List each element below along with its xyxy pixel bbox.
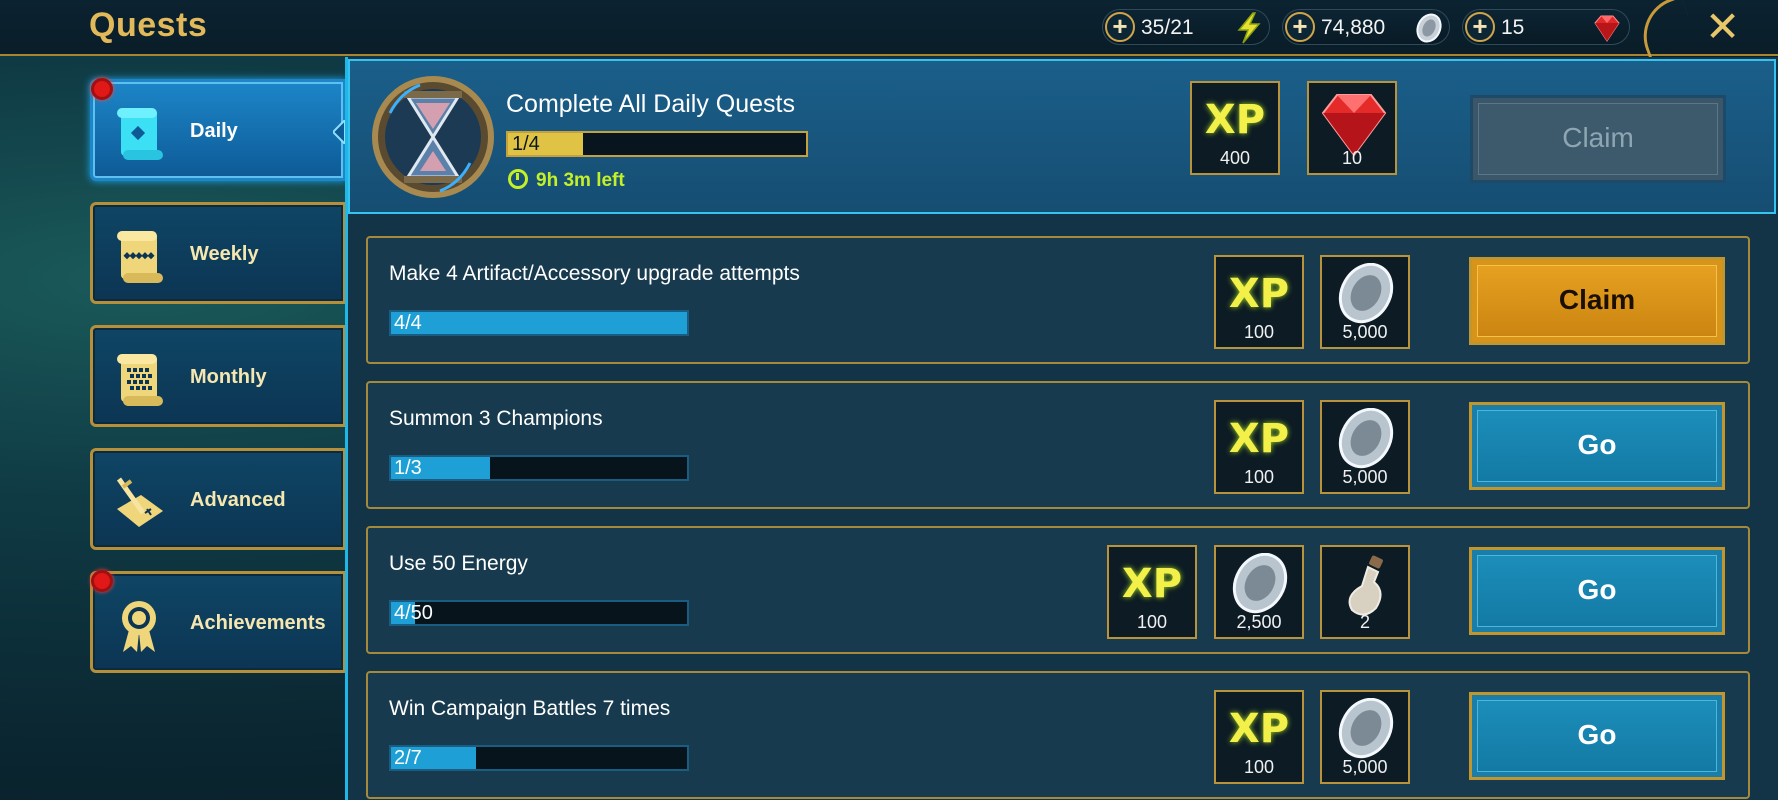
daily-summary-progress-bar: 1/4 bbox=[506, 131, 808, 157]
time-left-text: 9h 3m left bbox=[536, 170, 625, 191]
add-silver-button[interactable]: + bbox=[1285, 12, 1315, 42]
silver-coin-icon bbox=[1338, 698, 1394, 759]
go-button[interactable]: Go bbox=[1469, 547, 1725, 635]
corner-ornament bbox=[1632, 0, 1699, 63]
tab-achievements[interactable]: Achievements bbox=[90, 571, 346, 673]
xp-icon: XP bbox=[1228, 706, 1290, 752]
reward-amount: 5,000 bbox=[1342, 467, 1388, 487]
reward-potion: 2 bbox=[1320, 545, 1410, 639]
quest-row: Summon 3 Champions 1/3 XP 100 5,000 Go bbox=[366, 381, 1750, 509]
xp-icon: XP bbox=[1228, 271, 1290, 317]
quest-progress-bar: 2/7 bbox=[389, 745, 689, 771]
quest-title: Win Campaign Battles 7 times bbox=[389, 697, 671, 720]
reward-amount: 2,500 bbox=[1236, 612, 1282, 632]
progress-text: 1/3 bbox=[394, 457, 422, 479]
gem-resource[interactable]: + 15 bbox=[1462, 9, 1630, 45]
reward-amount: 100 bbox=[1136, 612, 1168, 632]
quest-title: Use 50 Energy bbox=[389, 552, 528, 575]
notification-dot bbox=[91, 570, 113, 592]
progress-fill bbox=[391, 312, 687, 334]
quest-title: Summon 3 Champions bbox=[389, 407, 603, 430]
tab-daily-label: Daily bbox=[190, 120, 238, 142]
time-left: 9h 3m left bbox=[508, 169, 625, 192]
scroll-icon bbox=[117, 354, 163, 406]
reward-amount: 100 bbox=[1243, 467, 1275, 487]
quest-progress-bar: 4/4 bbox=[389, 310, 689, 336]
go-button[interactable]: Go bbox=[1469, 692, 1725, 780]
progress-text: 4/50 bbox=[394, 602, 433, 624]
go-button[interactable]: Go bbox=[1469, 402, 1725, 490]
reward-silver: 5,000 bbox=[1320, 690, 1410, 784]
tab-achievements-label: Achievements bbox=[190, 612, 326, 634]
reward-amount: 100 bbox=[1243, 757, 1275, 777]
hourglass-icon bbox=[372, 76, 494, 198]
xp-icon: XP bbox=[1228, 416, 1290, 462]
energy-bolt-icon bbox=[1237, 12, 1261, 44]
tab-advanced[interactable]: Advanced bbox=[90, 448, 346, 550]
reward-xp: XP 100 bbox=[1214, 400, 1304, 494]
reward-amount: 5,000 bbox=[1342, 322, 1388, 342]
reward-amount: 5,000 bbox=[1342, 757, 1388, 777]
reward-xp: XP 100 bbox=[1107, 545, 1197, 639]
silver-coin-icon bbox=[1338, 263, 1394, 324]
close-icon[interactable]: ✕ bbox=[1705, 4, 1740, 50]
reward-silver: 2,500 bbox=[1214, 545, 1304, 639]
add-energy-button[interactable]: + bbox=[1105, 12, 1135, 42]
silver-resource[interactable]: + 74,880 bbox=[1282, 9, 1450, 45]
quest-row: Win Campaign Battles 7 times 2/7 XP 100 … bbox=[366, 671, 1750, 799]
quest-progress-bar: 4/50 bbox=[389, 600, 689, 626]
silver-coin-icon bbox=[1232, 553, 1288, 614]
reward-silver: 5,000 bbox=[1320, 400, 1410, 494]
reward-amount: 100 bbox=[1243, 322, 1275, 342]
progress-text: 1/4 bbox=[512, 133, 540, 155]
quest-progress-bar: 1/3 bbox=[389, 455, 689, 481]
tab-weekly[interactable]: Weekly bbox=[90, 202, 346, 304]
progress-text: 4/4 bbox=[394, 312, 422, 334]
energy-value: 35/21 bbox=[1141, 16, 1194, 39]
notification-dot bbox=[91, 78, 113, 100]
daily-summary-card: Complete All Daily Quests 1/4 9h 3m left… bbox=[348, 59, 1776, 214]
scroll-icon bbox=[117, 231, 163, 283]
page-title: Quests bbox=[89, 6, 208, 44]
tab-daily[interactable]: Daily bbox=[90, 79, 346, 181]
quest-row: Make 4 Artifact/Accessory upgrade attemp… bbox=[366, 236, 1750, 364]
silver-value: 74,880 bbox=[1321, 16, 1386, 39]
claim-button[interactable]: Claim bbox=[1470, 95, 1726, 183]
gem-icon bbox=[1594, 15, 1620, 42]
reward-amount: 400 bbox=[1219, 148, 1251, 168]
tab-monthly[interactable]: Monthly bbox=[90, 325, 346, 427]
add-gem-button[interactable]: + bbox=[1465, 12, 1495, 42]
gem-value: 15 bbox=[1501, 16, 1525, 39]
xp-icon: XP bbox=[1204, 97, 1266, 143]
reward-amount: 2 bbox=[1359, 612, 1370, 632]
reward-xp: XP 400 bbox=[1190, 81, 1280, 175]
xp-icon: XP bbox=[1121, 561, 1183, 607]
tab-monthly-label: Monthly bbox=[190, 366, 267, 388]
daily-summary-title: Complete All Daily Quests bbox=[506, 90, 796, 118]
clock-icon bbox=[508, 169, 528, 189]
tab-advanced-label: Advanced bbox=[190, 489, 286, 511]
top-bar: Quests + 35/21 + 74,880 + 15 ✕ bbox=[0, 0, 1778, 63]
energy-resource[interactable]: + 35/21 bbox=[1102, 9, 1270, 45]
quest-title: Make 4 Artifact/Accessory upgrade attemp… bbox=[389, 262, 800, 285]
map-sword-icon bbox=[116, 477, 163, 527]
silver-coin-icon bbox=[1338, 408, 1394, 469]
reward-xp: XP 100 bbox=[1214, 690, 1304, 784]
reward-gem: 10 bbox=[1307, 81, 1397, 175]
claim-button[interactable]: Claim bbox=[1469, 257, 1725, 345]
reward-amount: 10 bbox=[1341, 148, 1363, 168]
quest-row: Use 50 Energy 4/50 XP 100 2,500 2 Go bbox=[366, 526, 1750, 654]
reward-xp: XP 100 bbox=[1214, 255, 1304, 349]
progress-text: 2/7 bbox=[394, 747, 422, 769]
reward-silver: 5,000 bbox=[1320, 255, 1410, 349]
tab-weekly-label: Weekly bbox=[190, 243, 259, 265]
silver-coin-icon bbox=[1416, 13, 1442, 43]
potion-bottle-icon bbox=[1348, 555, 1383, 616]
medal-ribbon-icon bbox=[122, 601, 156, 652]
scroll-icon bbox=[117, 108, 163, 160]
